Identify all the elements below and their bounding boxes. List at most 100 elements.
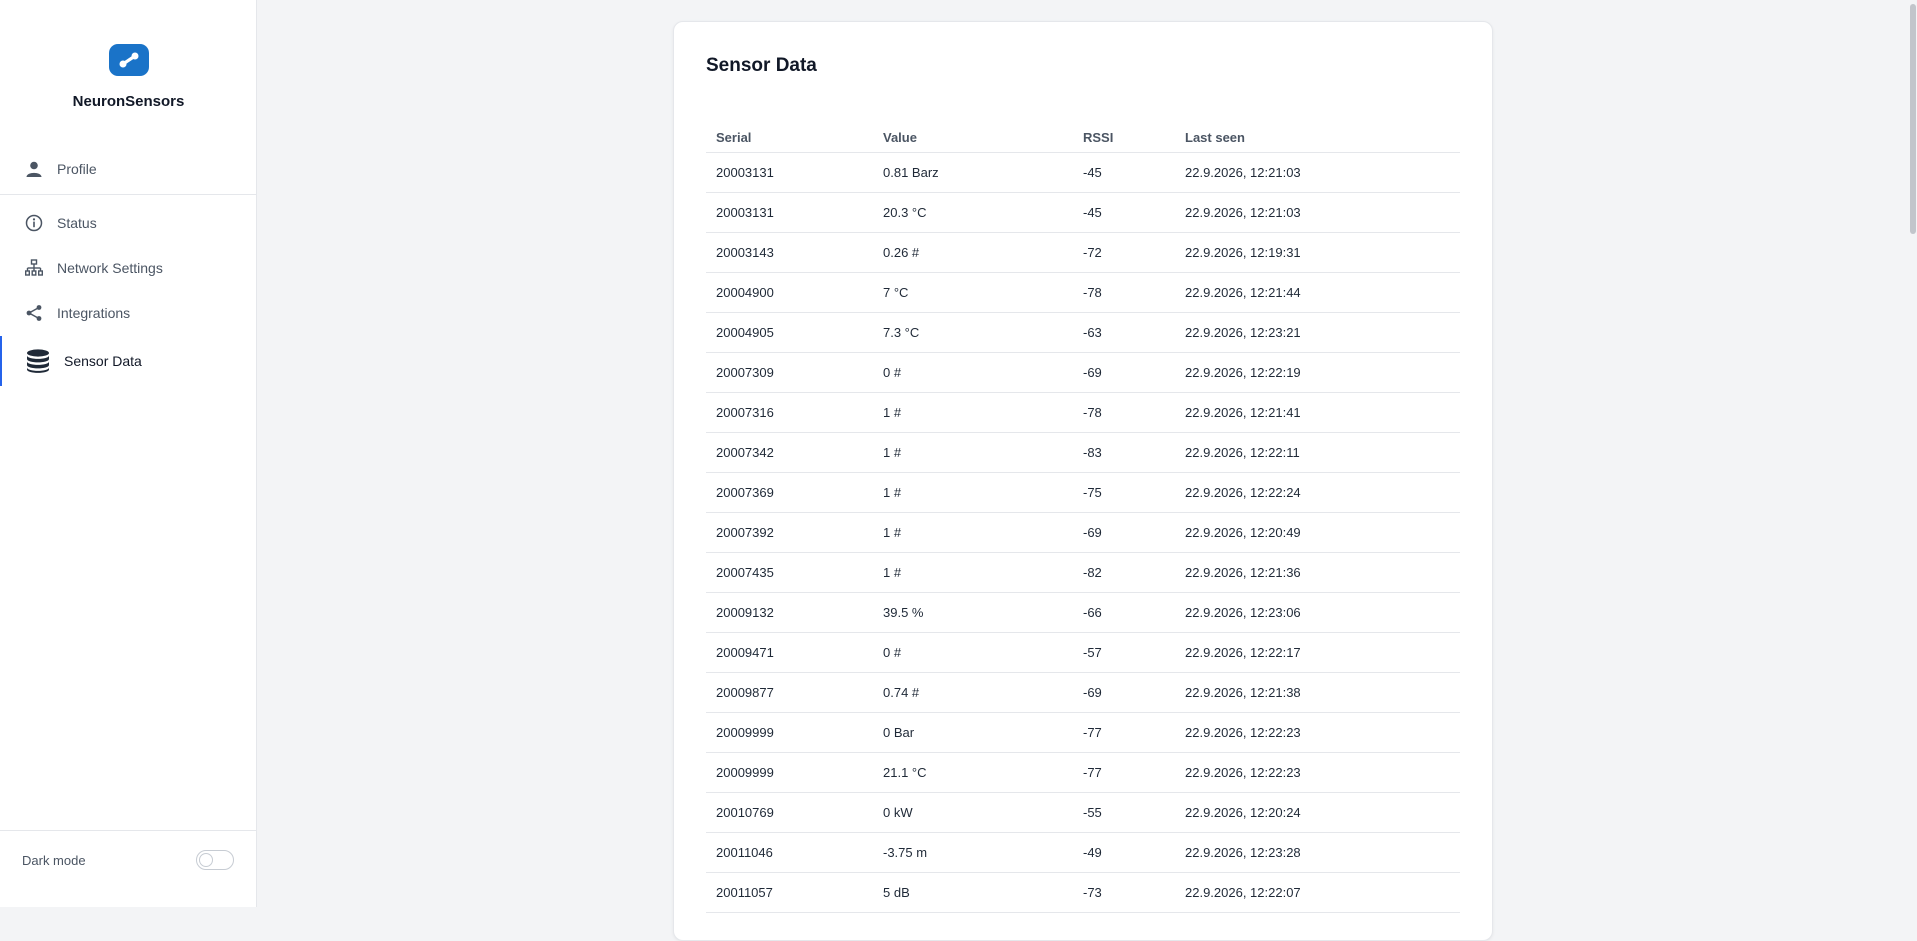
cell-rssi: -69	[1073, 512, 1175, 553]
brand-name: NeuronSensors	[72, 93, 185, 110]
table-row: 20003131 20.3 °C -45 22.9.2026, 12:21:03	[706, 192, 1460, 233]
cell-rssi: -78	[1073, 392, 1175, 433]
column-header-value[interactable]: Value	[873, 122, 1073, 153]
column-header-serial[interactable]: Serial	[706, 122, 873, 153]
cell-rssi: -55	[1073, 792, 1175, 833]
table-row: 20009132 39.5 % -66 22.9.2026, 12:23:06	[706, 592, 1460, 633]
cell-rssi: -57	[1073, 632, 1175, 673]
app-logo-icon	[108, 44, 149, 76]
cell-last-seen: 22.9.2026, 12:22:17	[1175, 632, 1460, 673]
cell-value: 39.5 %	[873, 592, 1073, 633]
table-header-row: Serial Value RSSI Last seen	[706, 122, 1460, 153]
cell-last-seen: 22.9.2026, 12:20:49	[1175, 512, 1460, 553]
sidebar-divider	[0, 194, 256, 195]
database-icon	[24, 347, 52, 375]
table-row: 20003131 0.81 Barz -45 22.9.2026, 12:21:03	[706, 152, 1460, 193]
sidebar-item-label: Sensor Data	[64, 353, 142, 369]
cell-rssi: -45	[1073, 192, 1175, 233]
share-icon	[24, 303, 44, 323]
cell-rssi: -69	[1073, 672, 1175, 713]
cell-rssi: -66	[1073, 592, 1175, 633]
cell-last-seen: 22.9.2026, 12:22:11	[1175, 432, 1460, 473]
column-header-last-seen[interactable]: Last seen	[1175, 122, 1460, 153]
sidebar-item-network-settings[interactable]: Network Settings	[0, 248, 256, 288]
cell-rssi: -75	[1073, 472, 1175, 513]
cell-last-seen: 22.9.2026, 12:20:24	[1175, 792, 1460, 833]
sidebar-item-label: Integrations	[57, 305, 131, 321]
table-row: 20009877 0.74 # -69 22.9.2026, 12:21:38	[706, 672, 1460, 713]
cell-serial: 20004900	[706, 272, 873, 313]
cell-value: 0 #	[873, 352, 1073, 393]
sensor-data-table: Serial Value RSSI Last seen 20003131 0.81…	[706, 122, 1460, 913]
cell-value: 20.3 °C	[873, 192, 1073, 233]
cell-rssi: -45	[1073, 152, 1175, 193]
cell-last-seen: 22.9.2026, 12:22:19	[1175, 352, 1460, 393]
network-icon	[24, 258, 44, 278]
page-scrollbar[interactable]	[1909, 0, 1917, 907]
sidebar-item-status[interactable]: Status	[0, 203, 256, 243]
cell-value: 1 #	[873, 432, 1073, 473]
sidebar-item-label: Profile	[57, 161, 97, 177]
cell-value: 1 #	[873, 552, 1073, 593]
dark-mode-toggle[interactable]	[196, 850, 234, 870]
cell-serial: 20003131	[706, 192, 873, 233]
cell-value: 0 Bar	[873, 712, 1073, 753]
column-header-rssi[interactable]: RSSI	[1073, 122, 1175, 153]
cell-last-seen: 22.9.2026, 12:21:03	[1175, 152, 1460, 193]
cell-value: 0.81 Barz	[873, 152, 1073, 193]
cell-value: 21.1 °C	[873, 752, 1073, 793]
cell-serial: 20010769	[706, 792, 873, 833]
sidebar-item-integrations[interactable]: Integrations	[0, 293, 256, 333]
cell-serial: 20007316	[706, 392, 873, 433]
table-row: 20004900 7 °C -78 22.9.2026, 12:21:44	[706, 272, 1460, 313]
cell-value: 7 °C	[873, 272, 1073, 313]
cell-serial: 20009471	[706, 632, 873, 673]
table-row: 20009471 0 # -57 22.9.2026, 12:22:17	[706, 632, 1460, 673]
sidebar-item-sensor-data[interactable]: Sensor Data	[0, 336, 256, 386]
cell-last-seen: 22.9.2026, 12:19:31	[1175, 232, 1460, 273]
cell-rssi: -77	[1073, 712, 1175, 753]
page-title: Sensor Data	[706, 55, 817, 76]
table-row: 20009999 0 Bar -77 22.9.2026, 12:22:23	[706, 712, 1460, 753]
sidebar: NeuronSensors Profile Status Network Set…	[0, 0, 257, 907]
table-row: 20007342 1 # -83 22.9.2026, 12:22:11	[706, 432, 1460, 473]
info-icon	[24, 213, 44, 233]
cell-rssi: -82	[1073, 552, 1175, 593]
cell-value: 1 #	[873, 472, 1073, 513]
sidebar-item-label: Status	[57, 215, 97, 231]
dark-mode-row: Dark mode	[22, 848, 234, 872]
cell-value: 0.74 #	[873, 672, 1073, 713]
sidebar-item-profile[interactable]: Profile	[0, 149, 256, 189]
table-row: 20011046 -3.75 m -49 22.9.2026, 12:23:28	[706, 832, 1460, 873]
cell-serial: 20009132	[706, 592, 873, 633]
cell-last-seen: 22.9.2026, 12:23:06	[1175, 592, 1460, 633]
dark-mode-label: Dark mode	[22, 852, 86, 868]
cell-serial: 20007435	[706, 552, 873, 593]
cell-last-seen: 22.9.2026, 12:22:23	[1175, 752, 1460, 793]
cell-last-seen: 22.9.2026, 12:22:24	[1175, 472, 1460, 513]
cell-value: 1 #	[873, 392, 1073, 433]
cell-rssi: -77	[1073, 752, 1175, 793]
cell-value: 7.3 °C	[873, 312, 1073, 353]
cell-serial: 20004905	[706, 312, 873, 353]
cell-value: 1 #	[873, 512, 1073, 553]
sensor-data-card: Sensor Data Serial Value RSSI Last seen …	[673, 21, 1493, 941]
cell-last-seen: 22.9.2026, 12:21:03	[1175, 192, 1460, 233]
sidebar-footer-divider	[0, 830, 256, 831]
cell-value: 0 kW	[873, 792, 1073, 833]
table-row: 20010769 0 kW -55 22.9.2026, 12:20:24	[706, 792, 1460, 833]
cell-last-seen: 22.9.2026, 12:21:38	[1175, 672, 1460, 713]
cell-value: 0 #	[873, 632, 1073, 673]
table-row: 20009999 21.1 °C -77 22.9.2026, 12:22:23	[706, 752, 1460, 793]
cell-serial: 20003143	[706, 232, 873, 273]
cell-serial: 20009877	[706, 672, 873, 713]
table-row: 20007392 1 # -69 22.9.2026, 12:20:49	[706, 512, 1460, 553]
scrollbar-thumb[interactable]	[1910, 4, 1916, 234]
cell-serial: 20007309	[706, 352, 873, 393]
cell-last-seen: 22.9.2026, 12:23:21	[1175, 312, 1460, 353]
cell-serial: 20007369	[706, 472, 873, 513]
table-row: 20007309 0 # -69 22.9.2026, 12:22:19	[706, 352, 1460, 393]
user-icon	[24, 159, 44, 179]
cell-rssi: -69	[1073, 352, 1175, 393]
cell-rssi: -63	[1073, 312, 1175, 353]
